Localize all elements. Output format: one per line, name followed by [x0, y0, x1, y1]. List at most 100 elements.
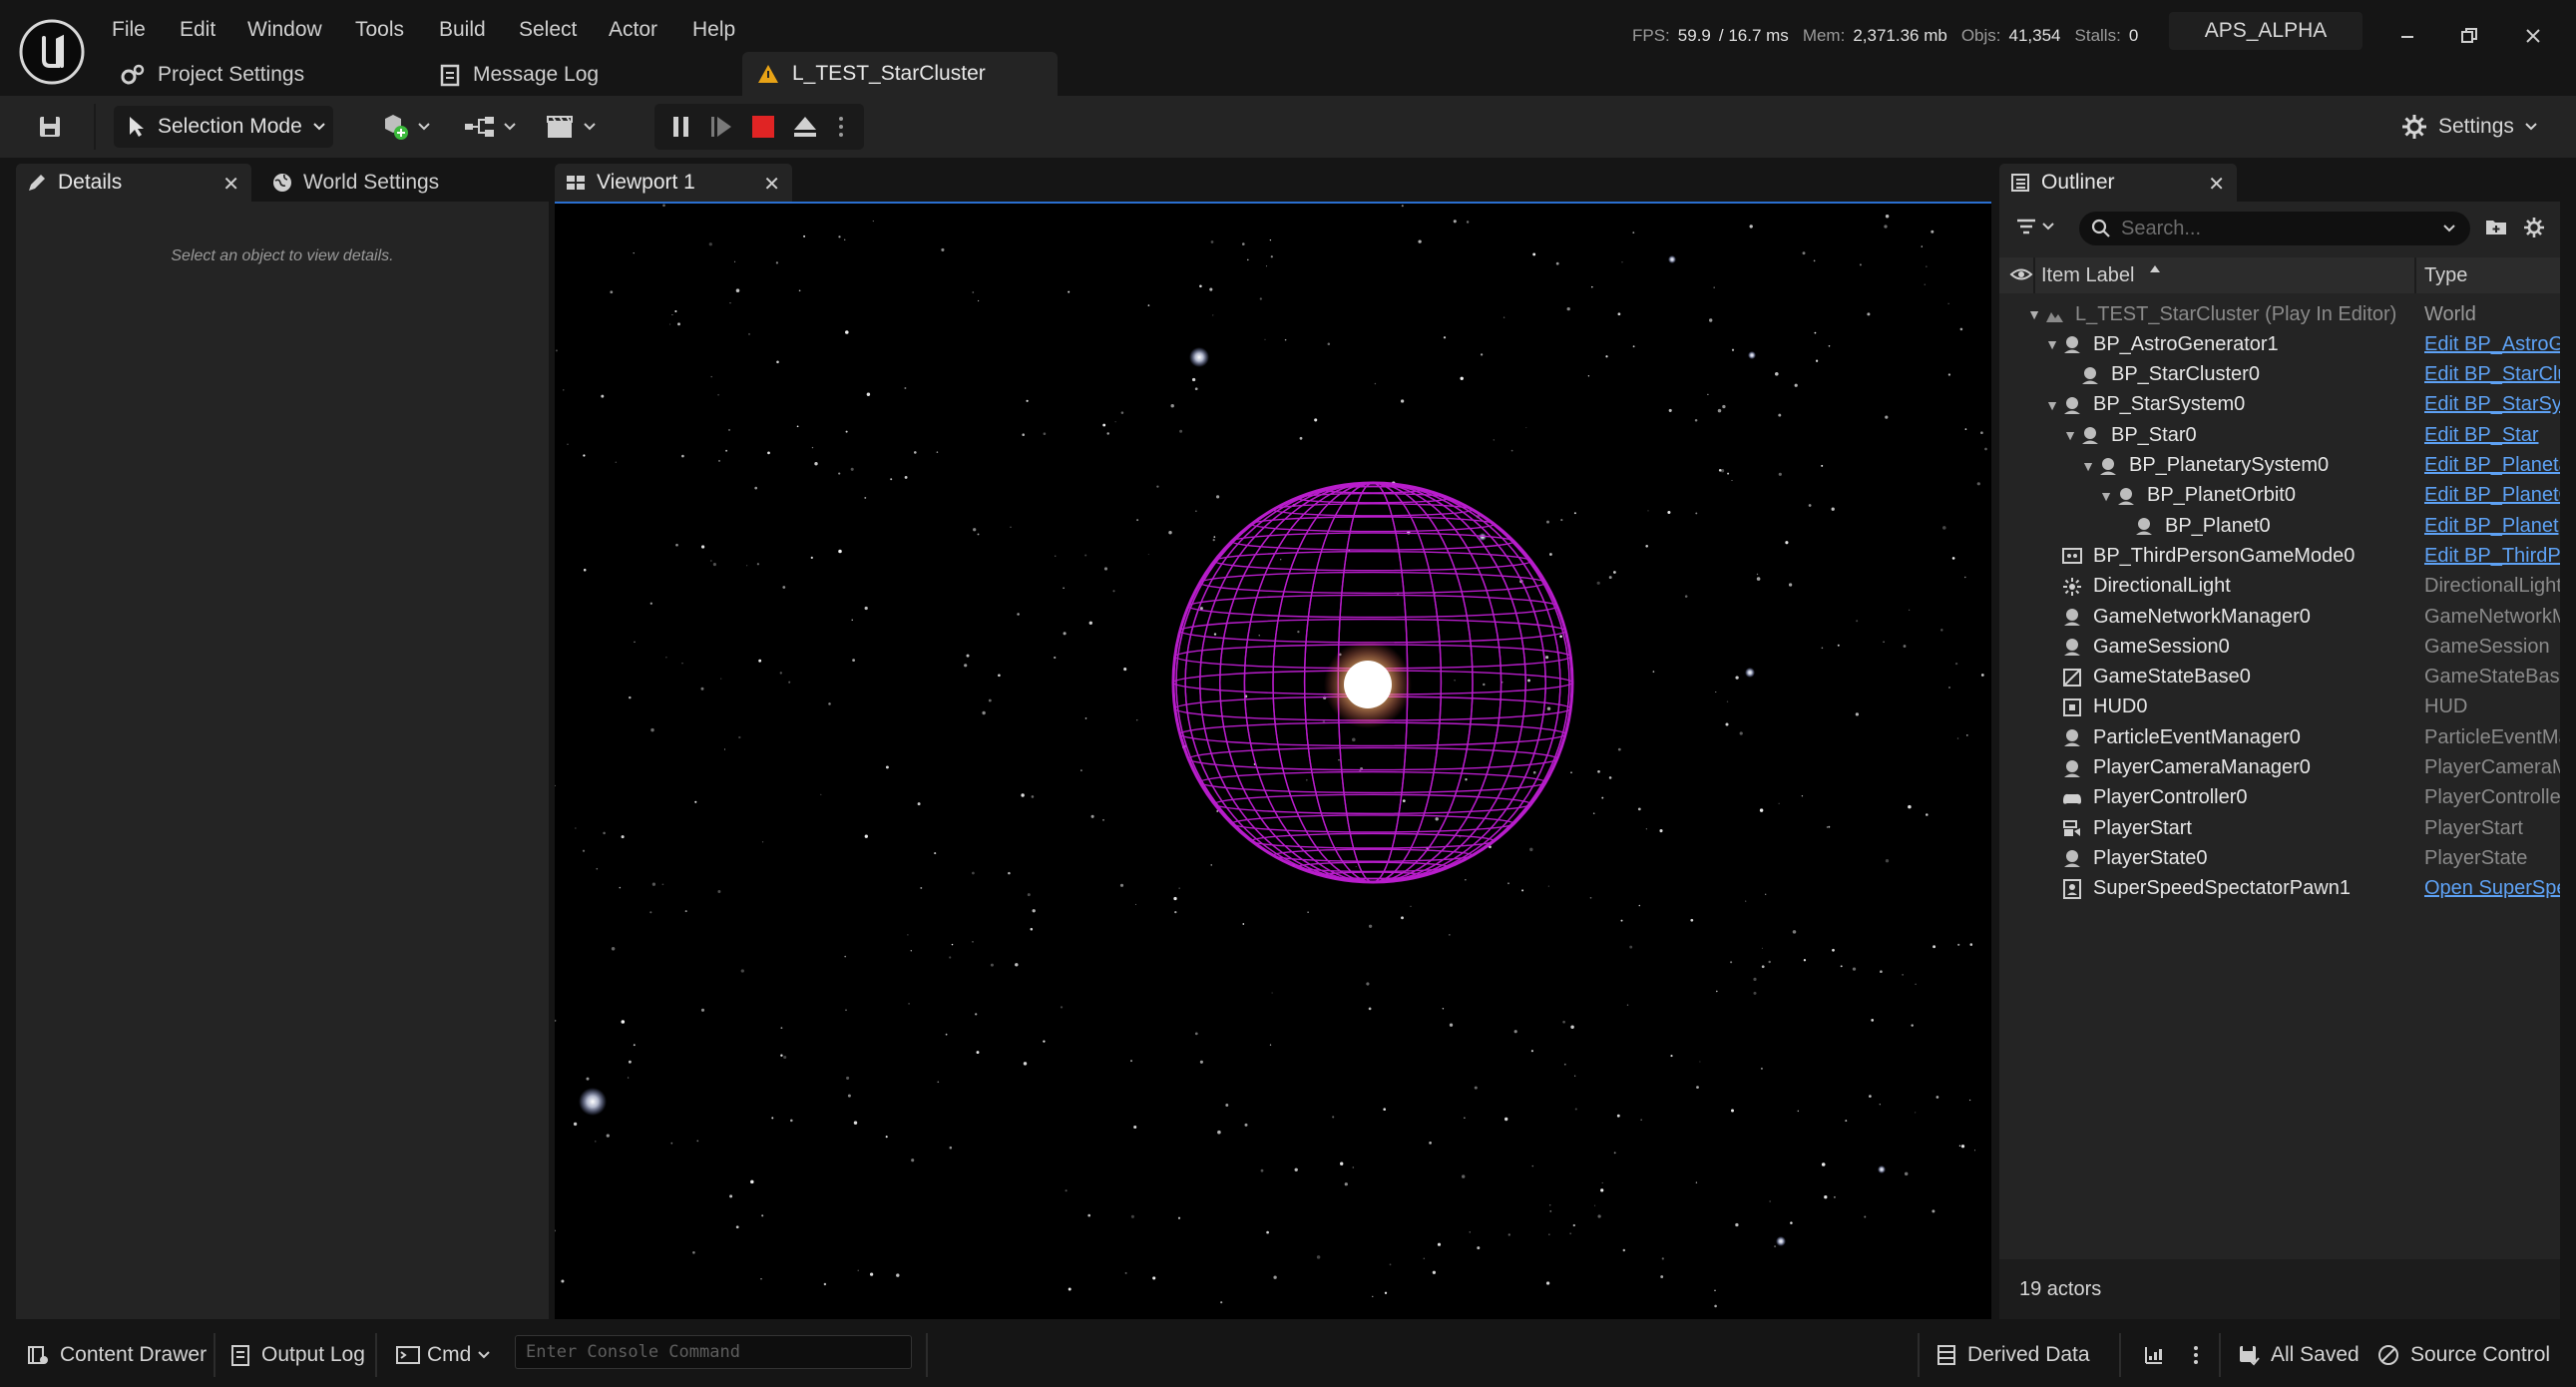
tab-project-settings[interactable]: Project Settings	[120, 58, 304, 92]
close-details-icon[interactable]: ✕	[222, 172, 239, 197]
actor-count: 19 actors	[2019, 1277, 2102, 1300]
settings-button[interactable]: Settings	[2400, 106, 2538, 148]
add-folder-button[interactable]	[2484, 216, 2508, 237]
menu-select[interactable]: Select	[519, 14, 577, 46]
tab-viewport[interactable]: Viewport 1 ✕	[555, 164, 792, 202]
menu-actor[interactable]: Actor	[609, 14, 657, 46]
tab-level[interactable]: L_TEST_StarCluster	[742, 52, 1058, 96]
viewport-scene[interactable]	[555, 204, 1991, 1319]
menu-tools[interactable]: Tools	[355, 14, 404, 46]
expand-arrow-icon[interactable]: ▼	[2043, 336, 2061, 352]
trace-button[interactable]	[2143, 1335, 2165, 1375]
eject-button[interactable]	[792, 114, 818, 140]
level-icon	[2043, 303, 2065, 325]
outliner-row-type-link[interactable]: Edit BP_Planeta	[2424, 454, 2560, 477]
outliner-row-type-link[interactable]: Open SuperSpe	[2424, 877, 2560, 900]
column-item-label[interactable]: Item Label	[2041, 264, 2134, 287]
filter-button[interactable]	[2015, 216, 2055, 237]
menu-window[interactable]: Window	[247, 14, 322, 46]
more-options-button[interactable]	[2191, 1335, 2201, 1375]
outliner-row[interactable]: GameSession0 GameSession	[1999, 632, 2560, 662]
outliner-row[interactable]: PlayerStart PlayerStart	[1999, 813, 2560, 843]
close-outliner-icon[interactable]: ✕	[2208, 172, 2225, 197]
outliner-row[interactable]: SuperSpeedSpectatorPawn1 Open SuperSpe	[1999, 874, 2560, 904]
expand-arrow-icon[interactable]: ▼	[2025, 306, 2043, 322]
selection-mode-dropdown[interactable]: Selection Mode	[114, 106, 333, 148]
play-options-button[interactable]	[836, 114, 846, 140]
output-log-button[interactable]: Output Log	[229, 1335, 365, 1375]
outliner-row[interactable]: PlayerState0 PlayerState	[1999, 843, 2560, 873]
expand-arrow-icon[interactable]: ▼	[2043, 397, 2061, 413]
tab-world-settings[interactable]: World Settings	[261, 164, 481, 202]
pause-button[interactable]	[668, 114, 694, 140]
outliner-row[interactable]: BP_Planet0 Edit BP_Planet	[1999, 511, 2560, 541]
menu-file[interactable]: File	[112, 14, 146, 46]
outliner-row[interactable]: PlayerController0 PlayerControlle	[1999, 783, 2560, 813]
expand-arrow-icon[interactable]: ▼	[2061, 427, 2079, 443]
console-command-input[interactable]	[515, 1335, 912, 1369]
save-button[interactable]	[30, 106, 70, 148]
outliner-row[interactable]: ▼ BP_Star0 Edit BP_Star	[1999, 420, 2560, 450]
outliner-row[interactable]: GameNetworkManager0 GameNetworkM	[1999, 602, 2560, 632]
outliner-row[interactable]: ▼ BP_StarSystem0 Edit BP_StarSy	[1999, 390, 2560, 420]
add-actor-button[interactable]	[379, 106, 431, 148]
game-state-icon	[2061, 667, 2083, 689]
cmd-label: Cmd	[427, 1343, 472, 1366]
expand-arrow-icon[interactable]: ▼	[2097, 488, 2115, 504]
source-control-button[interactable]: Source Control	[2376, 1335, 2550, 1375]
outliner-row[interactable]: ▼ BP_PlanetarySystem0 Edit BP_Planeta	[1999, 451, 2560, 481]
tab-message-log[interactable]: Message Log	[439, 58, 599, 92]
outliner-row-label: BP_PlanetarySystem0	[2129, 454, 2330, 476]
outliner-row[interactable]: ▼ L_TEST_StarCluster (Play In Editor) Worl…	[1999, 299, 2560, 329]
outliner-search-box[interactable]: Search...	[2079, 212, 2470, 245]
perf-stats: FPS: 59.9 / 16.7 ms Mem: 2,371.36 mb Obj…	[1632, 22, 2138, 50]
outliner-row-type-link[interactable]: Edit BP_Planet	[2424, 515, 2560, 538]
cmd-dropdown[interactable]: Cmd	[395, 1335, 491, 1375]
outliner-list-icon	[2011, 174, 2029, 192]
minimize-button[interactable]	[2382, 14, 2432, 58]
menu-edit[interactable]: Edit	[180, 14, 215, 46]
derived-data-button[interactable]: Derived Data	[1935, 1335, 2090, 1375]
outliner-row[interactable]: ▼ BP_AstroGenerator1 Edit BP_AstroG	[1999, 329, 2560, 359]
stop-button[interactable]	[750, 114, 776, 140]
content-drawer-button[interactable]: Content Drawer	[26, 1335, 207, 1375]
outliner-row-label: HUD0	[2093, 695, 2148, 718]
close-window-button[interactable]	[2508, 14, 2558, 58]
menu-build[interactable]: Build	[439, 14, 486, 46]
save-all-icon	[2240, 1346, 2260, 1366]
frame-skip-button[interactable]	[708, 114, 734, 140]
outliner-row-type-link[interactable]: Edit BP_StarSy	[2424, 393, 2560, 416]
outliner-row-type-link[interactable]: Edit BP_ThirdP	[2424, 545, 2560, 568]
all-saved-button[interactable]: All Saved	[2237, 1335, 2360, 1375]
cinematics-button[interactable]	[545, 106, 597, 148]
menu-help[interactable]: Help	[692, 14, 735, 46]
blueprints-button[interactable]	[463, 106, 517, 148]
outliner-row-type-link[interactable]: Edit BP_Star	[2424, 424, 2560, 447]
unreal-logo-icon[interactable]	[18, 18, 86, 86]
restore-button[interactable]	[2444, 14, 2494, 58]
eye-icon[interactable]	[2009, 265, 2033, 283]
chevron-down-icon	[2042, 223, 2054, 231]
outliner-settings-button[interactable]	[2522, 216, 2546, 239]
tab-details[interactable]: Details ✕	[16, 164, 251, 202]
close-viewport-icon[interactable]: ✕	[763, 172, 780, 197]
outliner-row-type-link[interactable]: Edit BP_StarClu	[2424, 363, 2560, 386]
outliner-row-label: BP_StarSystem0	[2093, 393, 2246, 416]
outliner-row[interactable]: GameStateBase0 GameStateBase	[1999, 663, 2560, 693]
outliner-row-label: PlayerStart	[2093, 816, 2192, 839]
expand-arrow-icon[interactable]: ▼	[2079, 458, 2097, 474]
outliner-row-label: BP_Star0	[2111, 423, 2197, 446]
level-viewport[interactable]	[555, 202, 1991, 1319]
outliner-row[interactable]: HUD0 HUD	[1999, 693, 2560, 722]
outliner-row-type-link[interactable]: Edit BP_PlanetO	[2424, 484, 2560, 507]
cursor-icon	[130, 117, 144, 137]
outliner-row[interactable]: ▼ BP_PlanetOrbit0 Edit BP_PlanetO	[1999, 481, 2560, 511]
outliner-row[interactable]: PlayerCameraManager0 PlayerCameraM	[1999, 753, 2560, 783]
outliner-row[interactable]: DirectionalLight DirectionalLight	[1999, 572, 2560, 602]
column-type[interactable]: Type	[2424, 264, 2467, 287]
outliner-row[interactable]: ParticleEventManager0 ParticleEventMa	[1999, 722, 2560, 752]
outliner-row[interactable]: BP_ThirdPersonGameMode0 Edit BP_ThirdP	[1999, 541, 2560, 571]
tab-outliner[interactable]: Outliner ✕	[1999, 164, 2237, 202]
outliner-row[interactable]: BP_StarCluster0 Edit BP_StarClu	[1999, 360, 2560, 390]
outliner-row-type-link[interactable]: Edit BP_AstroG	[2424, 333, 2560, 356]
